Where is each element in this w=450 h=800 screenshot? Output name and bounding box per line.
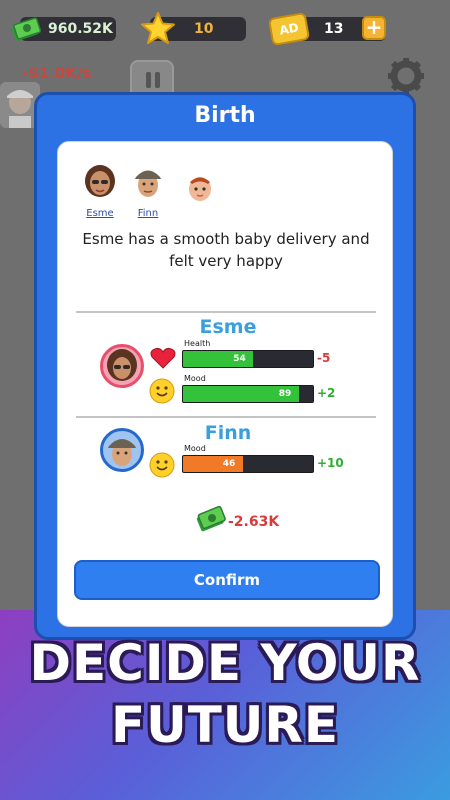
family-member-esme[interactable]: Esme — [78, 164, 122, 219]
finn-mood-bar: 46 — [182, 455, 314, 473]
settings-gear-icon[interactable] — [386, 56, 426, 96]
star-value: 10 — [194, 21, 214, 37]
stat-label: Mood — [184, 374, 206, 383]
family-name: Finn — [137, 208, 159, 219]
hud-bar: 960.52K 10 13 AD + — [0, 0, 450, 58]
confirm-button[interactable]: Confirm — [74, 560, 380, 600]
dialog-card: Esme Finn Esme has a smooth baby deliver… — [57, 141, 393, 627]
stat-label: Health — [184, 339, 211, 348]
family-member-finn[interactable]: Finn — [126, 164, 170, 219]
finn-mood-value: 46 — [222, 459, 236, 469]
finn-avatar[interactable] — [100, 428, 144, 472]
person-name: Finn — [204, 422, 252, 444]
family-name: Esme — [86, 208, 114, 219]
plus-icon: + — [365, 15, 383, 39]
person-name: Esme — [199, 316, 257, 338]
cash-value: 960.52K — [48, 21, 113, 37]
mood-bar: 89 — [182, 385, 314, 403]
health-value: 54 — [233, 354, 246, 364]
family-member-baby[interactable] — [178, 170, 222, 212]
smiley-icon — [149, 452, 175, 478]
cash-rate: -$1.0K/s — [22, 64, 92, 82]
ad-count-value: 13 — [324, 21, 344, 37]
promo-headline-line1: DECIDE YOUR — [29, 634, 421, 692]
money-change: -2.63K — [228, 514, 280, 530]
esme-face-icon — [85, 165, 115, 197]
dialog-title: Birth — [194, 103, 256, 128]
add-ad-button[interactable]: + — [362, 16, 386, 40]
section-divider — [76, 311, 376, 313]
smiley-icon — [149, 378, 175, 404]
heart-icon — [150, 347, 176, 369]
event-message: Esme has a smooth baby delivery and felt… — [82, 230, 370, 270]
health-bar: 54 — [182, 350, 314, 368]
finn-face-icon — [135, 170, 161, 197]
esme-avatar[interactable] — [100, 344, 144, 388]
finn-mood-delta: +10 — [317, 456, 344, 470]
ad-ticket-label: AD — [278, 20, 300, 38]
stat-label: Mood — [184, 444, 206, 453]
cash-icon — [196, 505, 226, 532]
mood-delta: +2 — [317, 386, 336, 400]
health-delta: -5 — [317, 351, 331, 365]
cash-icon — [11, 17, 42, 41]
promo-headline-line2: FUTURE — [110, 696, 340, 754]
star-icon — [141, 12, 175, 44]
birth-dialog: Birth Esme Finn Esme has a smooth baby d… — [34, 92, 416, 640]
finn-avatar-icon — [108, 439, 136, 466]
mood-value: 89 — [278, 389, 292, 399]
esme-avatar-icon — [107, 349, 137, 381]
section-divider — [76, 416, 376, 418]
baby-face-icon — [189, 177, 211, 201]
